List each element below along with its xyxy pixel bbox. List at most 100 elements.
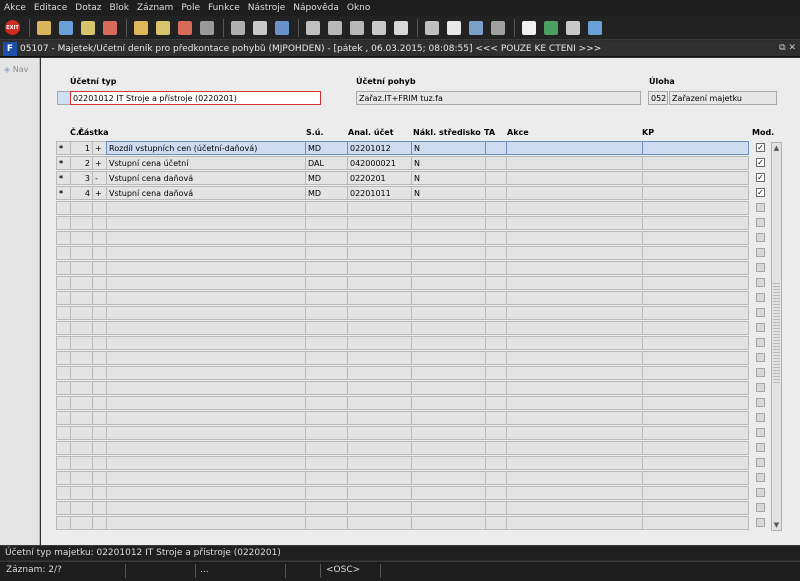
exit-button[interactable]: EXIT bbox=[3, 18, 22, 37]
cell-anal[interactable] bbox=[347, 501, 412, 515]
cell-kp[interactable] bbox=[642, 261, 749, 275]
window-controls[interactable]: ⧉ ✕ bbox=[779, 43, 796, 53]
cell-su[interactable]: DAL bbox=[305, 156, 348, 170]
cell-cr[interactable] bbox=[70, 381, 93, 395]
cell-sign[interactable]: - bbox=[92, 171, 107, 185]
cell-castka[interactable] bbox=[106, 366, 306, 380]
cell-nakl[interactable] bbox=[411, 366, 486, 380]
cell-cr[interactable] bbox=[70, 276, 93, 290]
cell-su[interactable] bbox=[305, 336, 348, 350]
cell-su[interactable] bbox=[305, 231, 348, 245]
cell-anal[interactable] bbox=[347, 441, 412, 455]
cell-sign[interactable] bbox=[92, 456, 107, 470]
cell-anal[interactable] bbox=[347, 411, 412, 425]
cell-nakl[interactable] bbox=[411, 381, 486, 395]
cell-kp[interactable] bbox=[642, 441, 749, 455]
cell-nakl[interactable] bbox=[411, 426, 486, 440]
cell-sign[interactable] bbox=[92, 306, 107, 320]
cell-castka[interactable] bbox=[106, 351, 306, 365]
cell-akce[interactable] bbox=[506, 441, 643, 455]
cell-castka[interactable] bbox=[106, 231, 306, 245]
cell-sign[interactable] bbox=[92, 201, 107, 215]
cell-ta[interactable] bbox=[485, 186, 507, 200]
cell-anal[interactable] bbox=[347, 306, 412, 320]
cell-anal[interactable] bbox=[347, 486, 412, 500]
cell-akce[interactable] bbox=[506, 231, 643, 245]
cell-castka[interactable] bbox=[106, 201, 306, 215]
cell-su[interactable] bbox=[305, 351, 348, 365]
menu-item-2[interactable]: Dotaz bbox=[75, 3, 101, 13]
cell-kp[interactable] bbox=[642, 201, 749, 215]
cell-ta[interactable] bbox=[485, 156, 507, 170]
cell-ta[interactable] bbox=[485, 456, 507, 470]
new-record-button[interactable] bbox=[78, 18, 97, 37]
cell-sign[interactable] bbox=[92, 336, 107, 350]
attach-button[interactable] bbox=[250, 18, 269, 37]
cell-sign[interactable] bbox=[92, 246, 107, 260]
cell-akce[interactable] bbox=[506, 171, 643, 185]
info-button[interactable] bbox=[585, 18, 604, 37]
cell-su[interactable] bbox=[305, 501, 348, 515]
cell-anal[interactable] bbox=[347, 276, 412, 290]
cell-castka[interactable] bbox=[106, 276, 306, 290]
menu-item-5[interactable]: Pole bbox=[181, 3, 200, 13]
cell-akce[interactable] bbox=[506, 156, 643, 170]
cell-anal[interactable] bbox=[347, 516, 412, 530]
cell-kp[interactable] bbox=[642, 426, 749, 440]
cell-sign[interactable] bbox=[92, 411, 107, 425]
paste-button[interactable] bbox=[347, 18, 366, 37]
cell-anal[interactable]: 0220201 bbox=[347, 171, 412, 185]
cell-castka[interactable]: Vstupní cena daňová bbox=[106, 186, 306, 200]
cut-button[interactable] bbox=[303, 18, 322, 37]
menu-item-6[interactable]: Funkce bbox=[208, 3, 240, 13]
excel-button[interactable] bbox=[541, 18, 560, 37]
grid-scrollbar[interactable]: ▲ ▼ bbox=[771, 142, 782, 531]
cell-kp[interactable] bbox=[642, 366, 749, 380]
cell-anal[interactable]: 042000021 bbox=[347, 156, 412, 170]
cell-castka[interactable] bbox=[106, 516, 306, 530]
cell-ta[interactable] bbox=[485, 516, 507, 530]
cell-su[interactable]: MD bbox=[305, 141, 348, 155]
cell-kp[interactable] bbox=[642, 231, 749, 245]
cell-sign[interactable] bbox=[92, 501, 107, 515]
cell-ta[interactable] bbox=[485, 261, 507, 275]
cell-sign[interactable] bbox=[92, 261, 107, 275]
report-button[interactable] bbox=[422, 18, 441, 37]
cell-ta[interactable] bbox=[485, 336, 507, 350]
cell-akce[interactable] bbox=[506, 306, 643, 320]
cell-castka[interactable] bbox=[106, 216, 306, 230]
cell-castka[interactable] bbox=[106, 336, 306, 350]
mod-checkbox[interactable] bbox=[756, 473, 765, 482]
cell-ta[interactable] bbox=[485, 471, 507, 485]
cell-nakl[interactable] bbox=[411, 276, 486, 290]
mod-checkbox[interactable] bbox=[756, 203, 765, 212]
mod-checkbox[interactable] bbox=[756, 353, 765, 362]
cell-nakl[interactable] bbox=[411, 396, 486, 410]
cell-nakl[interactable] bbox=[411, 261, 486, 275]
cell-nakl[interactable] bbox=[411, 456, 486, 470]
cell-ta[interactable] bbox=[485, 426, 507, 440]
cell-akce[interactable] bbox=[506, 321, 643, 335]
cell-kp[interactable] bbox=[642, 336, 749, 350]
cell-castka[interactable] bbox=[106, 306, 306, 320]
cell-su[interactable]: MD bbox=[305, 171, 348, 185]
cell-nakl[interactable] bbox=[411, 201, 486, 215]
nav-button[interactable]: ◈ Nav bbox=[4, 65, 28, 74]
cell-kp[interactable] bbox=[642, 471, 749, 485]
cell-cr[interactable] bbox=[70, 456, 93, 470]
cell-anal[interactable] bbox=[347, 426, 412, 440]
open-folder-button[interactable] bbox=[131, 18, 150, 37]
cell-kp[interactable] bbox=[642, 291, 749, 305]
cell-ta[interactable] bbox=[485, 231, 507, 245]
cell-castka[interactable] bbox=[106, 396, 306, 410]
cell-castka[interactable] bbox=[106, 246, 306, 260]
mod-checkbox[interactable] bbox=[756, 503, 765, 512]
cell-akce[interactable] bbox=[506, 396, 643, 410]
menu-item-8[interactable]: Nápověda bbox=[293, 3, 339, 13]
cell-nakl[interactable] bbox=[411, 471, 486, 485]
cell-su[interactable] bbox=[305, 366, 348, 380]
cell-castka[interactable] bbox=[106, 441, 306, 455]
cell-cr[interactable]: 4 bbox=[70, 186, 93, 200]
cell-akce[interactable] bbox=[506, 261, 643, 275]
cell-kp[interactable] bbox=[642, 411, 749, 425]
